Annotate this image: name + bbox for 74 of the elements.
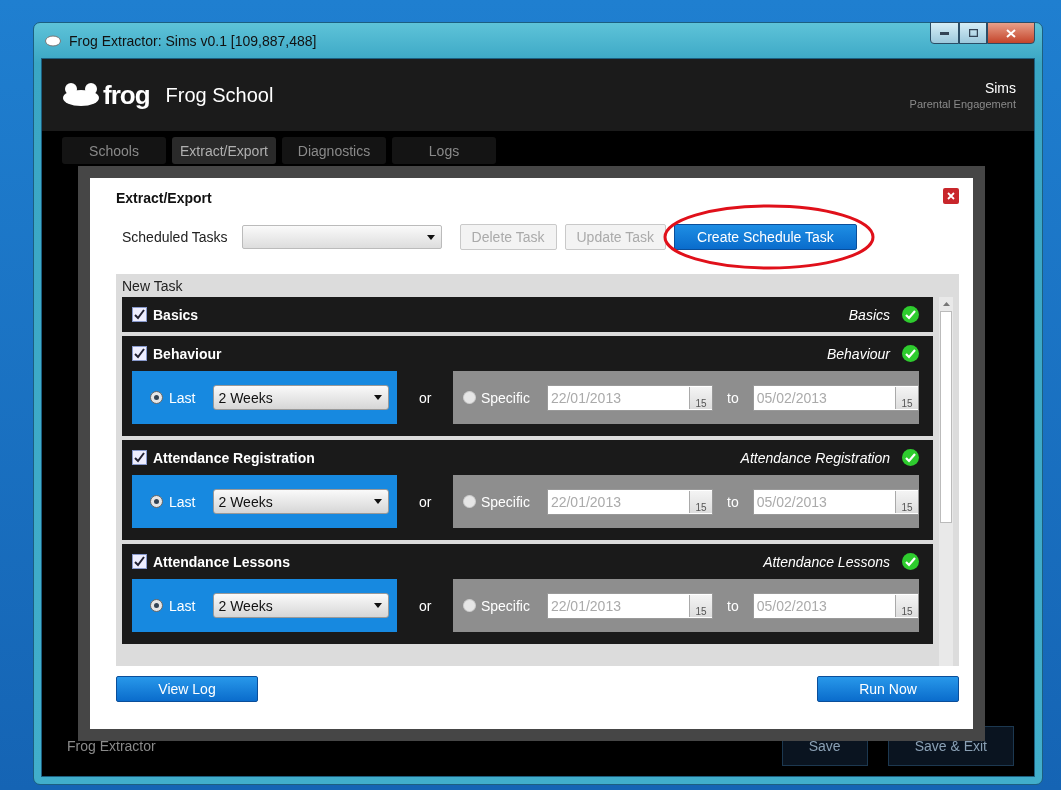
radio-label: Last <box>169 389 196 406</box>
section-checkbox[interactable] <box>132 450 147 465</box>
period-dropdown[interactable]: 2 Weeks <box>213 489 390 514</box>
radio-label: Last <box>169 493 196 510</box>
calendar-button[interactable]: 15 <box>689 594 713 617</box>
radio-label: Specific <box>480 493 530 510</box>
section-status: Behaviour <box>826 345 890 362</box>
tab[interactable]: Extract/Export <box>172 137 276 164</box>
section-title: Behaviour <box>153 345 223 362</box>
date-field[interactable]: 05/02/2013 15 <box>752 592 919 619</box>
period-dropdown[interactable]: 2 Weeks <box>213 385 390 410</box>
date-field[interactable]: 22/01/2013 15 <box>546 384 714 411</box>
period-dropdown[interactable]: 2 Weeks <box>213 593 390 618</box>
calendar-button[interactable]: 15 <box>689 490 713 513</box>
section-checkbox[interactable] <box>132 346 147 361</box>
dialog-button[interactable]: Run Now <box>817 676 959 702</box>
calendar-button[interactable]: 15 <box>689 386 713 409</box>
product-subtitle: Parental Engagement <box>909 98 1016 110</box>
radio-button[interactable] <box>150 391 163 404</box>
caret-icon <box>374 603 383 608</box>
scroll-up-icon[interactable] <box>942 302 950 306</box>
dialog-title: Extract/Export <box>116 190 212 206</box>
frog-logo-icon <box>62 83 100 107</box>
close-icon <box>1006 28 1016 38</box>
task-button[interactable]: Create Schedule Task <box>674 224 857 250</box>
scrollbar[interactable] <box>939 297 953 666</box>
tab[interactable]: Logs <box>392 137 496 164</box>
section-checkbox[interactable] <box>132 307 147 322</box>
caret-icon <box>374 395 383 400</box>
minimize-icon <box>940 31 949 35</box>
radio-label: Specific <box>480 597 530 614</box>
or-label: or <box>417 492 433 512</box>
section-title: Attendance Lessons <box>153 553 291 570</box>
radio-button[interactable] <box>150 599 163 612</box>
date-field[interactable]: 22/01/2013 15 <box>546 592 714 619</box>
date-field[interactable]: 22/01/2013 15 <box>546 488 714 515</box>
panel-title: New Task <box>122 278 184 294</box>
radio-label: Specific <box>480 389 530 406</box>
section-status: Attendance Registration <box>740 449 890 466</box>
tab[interactable]: Diagnostics <box>282 137 386 164</box>
calendar-button[interactable]: 15 <box>895 594 918 617</box>
maximize-icon <box>968 29 978 37</box>
maximize-button[interactable] <box>959 22 987 44</box>
calendar-button[interactable]: 15 <box>895 490 918 513</box>
section-title: Basics <box>153 306 200 323</box>
to-label: to <box>727 597 739 614</box>
to-label: to <box>727 389 739 406</box>
section-title: Attendance Registration <box>153 449 316 466</box>
minimize-button[interactable] <box>930 22 959 44</box>
close-icon <box>947 192 955 200</box>
calendar-button[interactable]: 15 <box>895 386 918 409</box>
close-button[interactable] <box>987 22 1035 44</box>
logo-text: frog <box>103 79 150 111</box>
window-title: Frog Extractor: Sims v0.1 [109,887,488] <box>69 32 318 49</box>
dialog-button[interactable]: View Log <box>116 676 258 702</box>
tab[interactable]: Schools <box>62 137 166 164</box>
date-field[interactable]: 05/02/2013 15 <box>752 488 919 515</box>
to-label: to <box>727 493 739 510</box>
product-name: Sims <box>984 80 1016 96</box>
date-field[interactable]: 05/02/2013 15 <box>752 384 919 411</box>
footer-title: Frog Extractor <box>67 738 157 754</box>
app-icon <box>45 34 61 47</box>
caret-icon <box>374 499 383 504</box>
radio-button[interactable] <box>150 495 163 508</box>
section-status: Attendance Lessons <box>763 553 890 570</box>
close-button[interactable] <box>943 188 959 204</box>
school-name: Frog School <box>165 83 275 107</box>
section-checkbox[interactable] <box>132 554 147 569</box>
caret-icon <box>426 234 435 240</box>
or-label: or <box>417 388 433 408</box>
section-status: Basics <box>848 306 890 323</box>
or-label: or <box>417 596 433 616</box>
scheduled-tasks-label: Scheduled Tasks <box>122 229 228 245</box>
radio-label: Last <box>169 597 196 614</box>
